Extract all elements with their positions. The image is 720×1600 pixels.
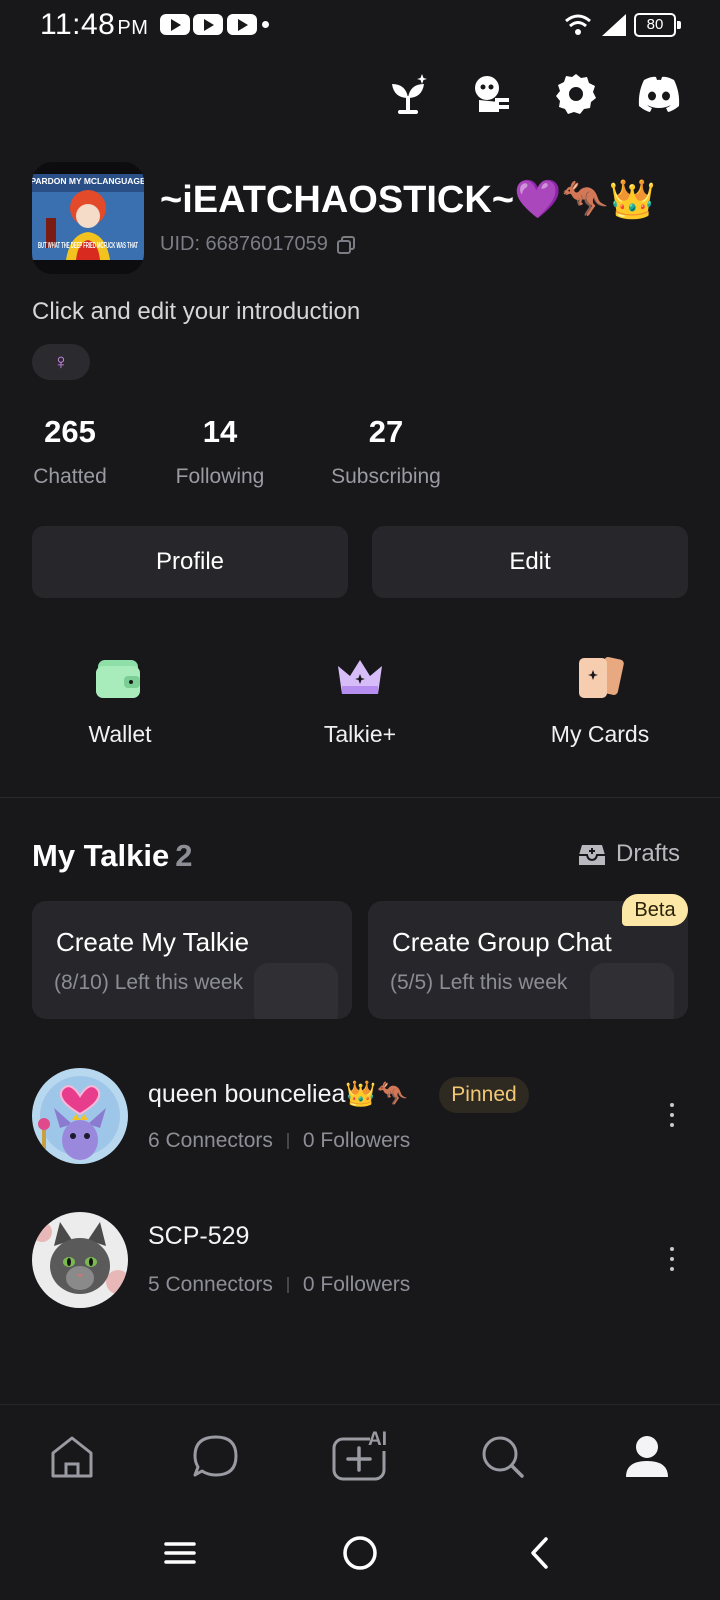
crown-icon[interactable] <box>334 652 386 704</box>
wallet-icon[interactable] <box>94 652 146 704</box>
home-icon[interactable] <box>44 1431 100 1483</box>
username: ~iEATCHAOSTICK~💜🦘👑 <box>160 179 656 221</box>
more-options-icon[interactable] <box>660 1100 684 1130</box>
battery-indicator: 80 <box>634 13 681 37</box>
create-group-chat-title: Create Group Chat <box>392 927 612 957</box>
avatar-caption-bottom: BUT WHAT THE DEEP FRIED MCFUCK WAS THAT <box>38 241 138 250</box>
cards-icon[interactable] <box>575 652 627 704</box>
drafts-label: Drafts <box>616 840 681 867</box>
stat-following-label[interactable]: Following <box>160 465 280 489</box>
sprout-icon[interactable] <box>384 70 432 118</box>
stat-following-value[interactable]: 14 <box>180 414 260 450</box>
talkie-plus-label[interactable]: Talkie+ <box>260 721 460 748</box>
talkie-meta: 6 Connectors 0 Followers <box>148 1129 410 1153</box>
bottom-nav: AI <box>0 1404 720 1506</box>
meta-separator <box>286 1133 289 1149</box>
my-talkie-title: My Talkie 2 <box>32 838 193 873</box>
gear-icon[interactable] <box>552 70 600 118</box>
talkie-name[interactable]: queen bounceliea👑🦘 <box>148 1080 408 1109</box>
gender-badge: ♀ <box>32 344 90 380</box>
uid-text: UID: 66876017059 <box>160 233 328 255</box>
edit-button[interactable]: Edit <box>372 526 688 598</box>
avatar-caption-top: PARDON MY MCLANGUAGE <box>32 176 144 186</box>
search-icon[interactable] <box>475 1431 531 1483</box>
stat-subscribing-label[interactable]: Subscribing <box>316 465 456 489</box>
pinned-badge: Pinned <box>439 1077 529 1113</box>
my-talkie-count: 2 <box>175 838 193 873</box>
connectors-count: 6 Connectors <box>148 1129 273 1152</box>
character-icon[interactable] <box>467 70 515 118</box>
beta-badge: Beta <box>622 894 688 926</box>
stat-subscribing-value[interactable]: 27 <box>346 414 426 450</box>
followers-count: 0 Followers <box>302 1273 411 1296</box>
profile-button[interactable]: Profile <box>32 526 348 598</box>
my-cards-label[interactable]: My Cards <box>500 721 700 748</box>
talkie-avatar-queen-bounceliea[interactable] <box>32 1068 128 1164</box>
meta-separator <box>286 1277 289 1293</box>
profile-icon[interactable] <box>619 1431 675 1483</box>
menu-icon[interactable] <box>155 1528 205 1578</box>
status-time: 11:48 PM <box>40 8 149 41</box>
youtube-notification-icon <box>227 14 257 35</box>
introduction[interactable]: Click and edit your introduction <box>32 298 360 326</box>
youtube-notification-icon <box>160 14 190 35</box>
wifi-icon <box>565 14 591 35</box>
wallet-label[interactable]: Wallet <box>20 721 220 748</box>
stat-chatted-label: Chatted <box>33 465 107 488</box>
back-icon[interactable] <box>515 1528 565 1578</box>
youtube-notification-icon <box>193 14 223 35</box>
stat-chatted-value: 265 <box>44 414 96 449</box>
female-icon: ♀ <box>52 349 70 374</box>
discord-icon[interactable] <box>635 70 683 118</box>
create-my-talkie-quota: (8/10) Left this week <box>54 971 244 994</box>
talkie-name[interactable]: SCP-529 <box>148 1222 249 1251</box>
home-button-icon[interactable] <box>335 1528 385 1578</box>
drafts-link[interactable]: Drafts <box>578 840 680 868</box>
copy-icon[interactable] <box>336 235 356 255</box>
section-divider <box>0 797 720 798</box>
card-decoration <box>590 963 674 1019</box>
talkie-meta: 5 Connectors 0 Followers <box>148 1273 410 1297</box>
create-ai-icon[interactable]: AI <box>328 1429 398 1483</box>
create-my-talkie-title: Create My Talkie <box>56 927 250 957</box>
chat-icon[interactable] <box>188 1431 244 1483</box>
signal-icon <box>602 14 626 36</box>
create-group-chat-quota: (5/5) Left this week <box>390 971 568 994</box>
create-my-talkie-card[interactable]: Create My Talkie (8/10) Left this week <box>32 901 352 1019</box>
profile-avatar[interactable]: PARDON MY MCLANGUAGE BUT WHAT THE DEEP F… <box>32 162 144 274</box>
followers-count: 0 Followers <box>302 1129 411 1152</box>
talkie-avatar-scp-529[interactable] <box>32 1212 128 1308</box>
connectors-count: 5 Connectors <box>148 1273 273 1296</box>
card-decoration <box>254 963 338 1019</box>
system-navigation <box>0 1506 720 1600</box>
drafts-icon <box>579 845 605 865</box>
ai-label: AI <box>368 1429 387 1450</box>
uid-row: UID: 66876017059 <box>160 233 356 256</box>
more-notifications-icon <box>262 21 269 28</box>
more-options-icon[interactable] <box>660 1244 684 1274</box>
